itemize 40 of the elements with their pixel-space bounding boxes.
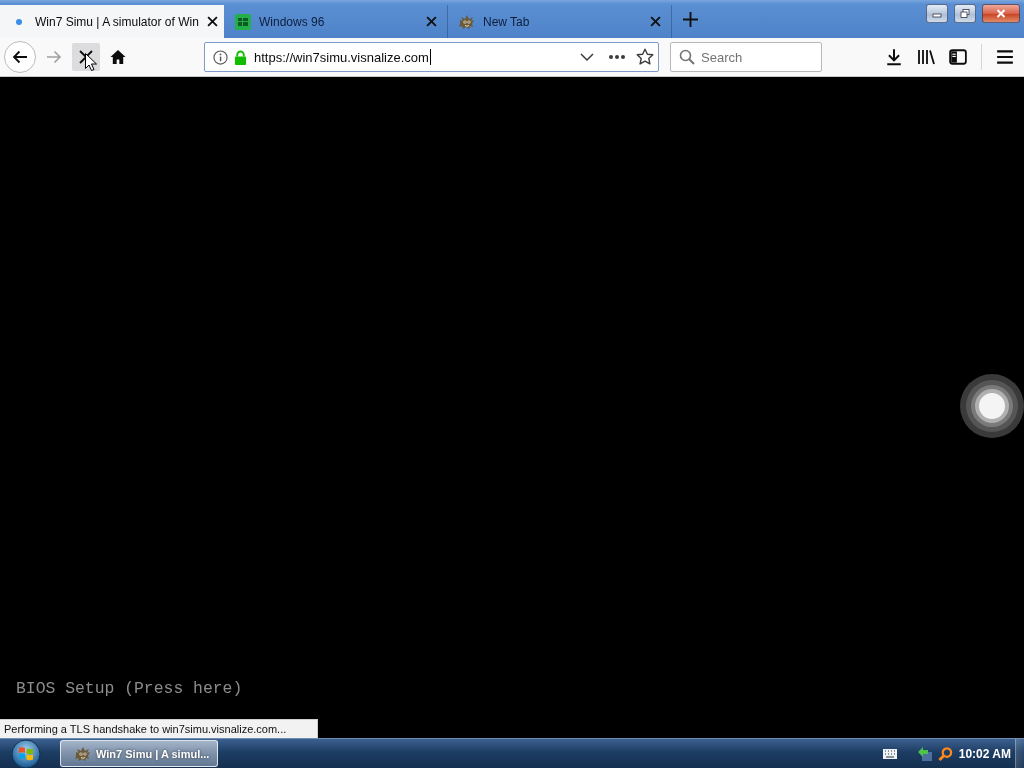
search-icon (679, 49, 695, 65)
close-icon (78, 49, 94, 65)
bios-setup-link[interactable]: BIOS Setup (Press here) (16, 679, 243, 698)
close-icon[interactable] (206, 16, 218, 27)
restore-icon (960, 9, 970, 18)
close-icon (996, 9, 1006, 18)
sidebar-icon[interactable] (949, 48, 967, 66)
library-icon[interactable] (917, 48, 935, 66)
download-icon[interactable] (885, 48, 903, 66)
close-window-button[interactable] (982, 4, 1020, 23)
restore-button[interactable] (954, 4, 976, 23)
home-icon (110, 49, 126, 65)
lock-icon (234, 49, 247, 65)
info-icon[interactable] (213, 49, 228, 65)
address-bar[interactable]: https://win7simu.visnalize.com (204, 42, 659, 72)
plus-icon[interactable] (683, 12, 698, 27)
ellipsis-icon[interactable] (608, 54, 626, 60)
orb-icon (11, 738, 41, 768)
tray-arrow-icon[interactable] (916, 745, 933, 762)
dot-icon (16, 18, 22, 25)
star-icon[interactable] (636, 48, 654, 66)
forward-arrow-icon (46, 49, 62, 65)
show-desktop-button[interactable] (1015, 739, 1024, 768)
browser-tab[interactable]: Win7 Simu | A simulator of Win (0, 5, 224, 38)
taskbar-button[interactable]: Win7 Simu | A simul... (60, 740, 218, 767)
search-icon[interactable] (937, 745, 953, 762)
search-field[interactable]: Search (670, 42, 822, 72)
mouse-pointer-icon (85, 53, 97, 71)
menu-icon[interactable] (996, 48, 1014, 66)
keyboard-icon[interactable] (882, 748, 897, 759)
spinner-icon (960, 374, 1024, 438)
back-button[interactable] (4, 41, 36, 73)
back-arrow-icon (12, 49, 28, 65)
minimize-button[interactable] (926, 4, 948, 23)
start-button[interactable] (8, 738, 44, 768)
creature-icon (459, 13, 475, 30)
grid-tile-icon (235, 13, 251, 30)
status-bar: Performing a TLS handshake to win7simu.visnalize.com... (0, 719, 318, 738)
creature-icon (75, 745, 91, 762)
clock-time[interactable]: 10:02 AM (958, 746, 1011, 761)
